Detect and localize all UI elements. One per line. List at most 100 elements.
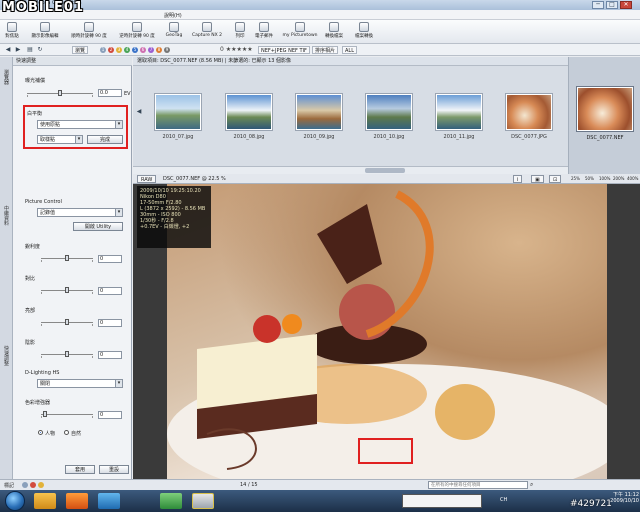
apply-button[interactable]: 套用 [65,465,95,474]
folder-icon[interactable]: ▤ [26,46,34,54]
image-viewer[interactable]: 2009/10/10 19:25:10.20 Nikon D80 17-50mm… [133,184,640,479]
rotate-ccw-button[interactable]: 逆時針旋轉 90 度 [114,22,160,42]
file-convert-button[interactable]: 檔案轉換 [352,22,376,42]
focus-point-button[interactable]: 對焦點 [2,22,22,42]
saturation-value[interactable]: 0 [98,411,122,419]
wb-done-button[interactable]: 完成 [87,135,123,144]
zoom-400[interactable]: 400% [627,176,638,181]
geotag-button[interactable]: GeoTag [162,22,186,42]
label-7[interactable]: 7 [148,47,154,53]
start-button[interactable] [5,491,25,511]
label-2[interactable]: 2 [108,47,114,53]
maximize-button[interactable]: □ [606,1,618,9]
viewer-file-label: DSC_0077.NEF @ 22.5 % [163,176,226,182]
tab-quick-adjust[interactable]: 快速調整 [2,347,11,367]
edit-icon [40,22,50,32]
saturation-slider[interactable] [41,411,93,418]
selection-info: 選取項目: DSC_0077.NEF (8.56 MB) | 未篩選的: 已顯示… [133,57,568,66]
browser-taskbar-icon[interactable] [98,493,120,509]
tab-metadata[interactable]: 中繼資料 [2,207,11,227]
reset-button[interactable]: 重設 [99,465,129,474]
thumbnail-6[interactable] [506,94,552,130]
exposure-value[interactable]: 0.0 [98,89,122,97]
status-label-1[interactable] [22,482,28,488]
email-button[interactable]: 電子郵件 [252,22,276,42]
convert-files-button[interactable]: 轉換檔案 [322,22,346,42]
info-toggle-icon[interactable]: i [513,175,523,183]
search-icon[interactable]: ⌕ [530,481,533,489]
forward-arrow-icon[interactable]: ▶ [14,46,22,54]
label-3[interactable]: 3 [116,47,122,53]
label-1[interactable]: 1 [100,47,106,53]
sharpness-value[interactable]: 0 [98,255,122,263]
browse-button[interactable]: 瀏覽 [72,46,89,54]
viewnx-taskbar-icon[interactable] [192,493,214,509]
strip-left-arrow-icon[interactable]: ◀ [135,108,143,116]
label-9[interactable]: 9 [164,47,170,53]
label-6[interactable]: 6 [140,47,146,53]
thumbnail-3[interactable] [296,94,342,130]
media-taskbar-icon[interactable] [66,493,88,509]
rating-filter[interactable]: 0 ★★★★★ [220,46,253,53]
radio-nature[interactable] [64,430,69,435]
search-input[interactable]: 在所有的中搜尋任何項目 [428,481,528,489]
status-bar: 標記 14 / 15 在所有的中搜尋任何項目 ⌕ [0,479,640,490]
dlighting-select[interactable]: 關閉 ▾ [37,379,123,388]
capture-nx-button[interactable]: Capture NX 2 [190,22,224,42]
tab-browser[interactable]: 瀏覽器 [2,71,11,86]
strip-scroll-thumb[interactable] [365,168,405,173]
picturetown-button[interactable]: my Picturetown [280,22,320,42]
sort-button[interactable]: 排序相片 [312,46,339,54]
menu-help[interactable]: 說明(H) [164,12,182,19]
print-button[interactable]: 列印 [232,22,248,42]
zoom-100[interactable]: 100% [599,176,610,181]
thumbnail-4[interactable] [366,94,412,130]
label-5[interactable]: 5 [132,47,138,53]
minimize-button[interactable]: ─ [592,1,604,9]
selected-thumbnail-panel[interactable]: DSC_0077.NEF [568,57,640,175]
status-label-3[interactable] [38,482,44,488]
ev-unit: EV [124,91,131,97]
wb-mode-select[interactable]: 使用原點 ▾ [37,120,123,129]
all-button[interactable]: ALL [342,46,357,54]
show-edit-button[interactable]: 顯示影像編輯 [26,22,64,42]
refresh-icon[interactable]: ↻ [36,46,44,54]
compare-icon[interactable]: ▣ [531,175,544,183]
sharpness-slider[interactable] [41,255,93,262]
highlights-value[interactable]: 0 [98,319,122,327]
shadows-value[interactable]: 0 [98,351,122,359]
radio-people[interactable] [38,430,43,435]
thumbnail-5[interactable] [436,94,482,130]
zoom-25[interactable]: 25% [571,176,580,181]
close-button[interactable]: ✕ [620,1,632,9]
label-8[interactable]: 8 [156,47,162,53]
contrast-value[interactable]: 0 [98,287,122,295]
explorer-taskbar-icon[interactable] [34,493,56,509]
taskbar-input-box[interactable] [402,494,482,508]
file-type-filter[interactable]: NEF+JPEG NEF TIF [258,46,310,54]
highlights-slider[interactable] [41,319,93,326]
raw-button[interactable]: RAW [137,175,157,183]
email-icon [259,22,269,32]
zoom-50[interactable]: 50% [585,176,594,181]
contrast-slider[interactable] [41,287,93,294]
browser-bar: ◀ ▶ ▤ ↻ 瀏覽 1 2 3 4 5 6 7 8 9 0 ★★★★★ NEF… [0,44,640,56]
strip-scrollbar[interactable] [133,166,568,174]
status-label-2[interactable] [30,482,36,488]
rotate-cw-button[interactable]: 順時針旋轉 90 度 [66,22,112,42]
selected-thumbnail-image[interactable] [577,87,633,131]
thumbnail-2[interactable] [226,94,272,130]
open-utility-button[interactable]: 開啟 Utility [73,222,123,231]
file-convert-icon [359,22,369,32]
messenger-taskbar-icon[interactable] [160,493,182,509]
picture-control-select[interactable]: 記錄值 ▾ [37,208,123,217]
zoom-200[interactable]: 200% [613,176,624,181]
exposure-slider[interactable] [27,90,93,97]
shadows-slider[interactable] [41,351,93,358]
back-arrow-icon[interactable]: ◀ [4,46,12,54]
label-4[interactable]: 4 [124,47,130,53]
fit-icon[interactable]: ⊡ [549,175,562,183]
thumbnail-1[interactable] [155,94,201,130]
lang-indicator[interactable]: CH [500,497,507,503]
wb-preset-select[interactable]: 取樣點 ▾ [37,135,83,144]
